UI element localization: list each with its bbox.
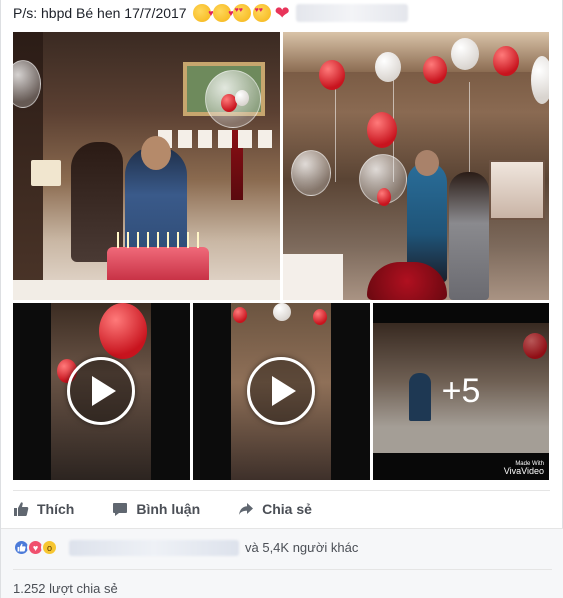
red-balloon <box>99 303 147 359</box>
action-bar: Thích Bình luận Chia sẻ <box>13 498 350 520</box>
candles <box>117 232 201 248</box>
clear-balloon <box>291 150 331 196</box>
blurred-reactor-names <box>69 539 239 556</box>
like-label: Thích <box>37 501 75 517</box>
post-caption: P/s: hbpd Bé hen 17/7/2017 ❤ <box>13 2 408 24</box>
red-balloon <box>313 309 327 325</box>
photo-couple-balloons[interactable] <box>283 32 549 300</box>
more-photos-overlay[interactable]: +5 <box>373 303 549 480</box>
white-balloon <box>451 38 479 70</box>
blurred-tagged-name <box>295 4 408 22</box>
divider <box>13 490 550 491</box>
media-grid: +5 Made With VivaVideo <box>13 32 549 480</box>
white-balloon <box>531 56 549 104</box>
play-icon[interactable] <box>247 357 315 425</box>
facebook-post: P/s: hbpd Bé hen 17/7/2017 ❤ <box>0 0 563 598</box>
play-icon[interactable] <box>67 357 135 425</box>
red-heart-icon: ❤ <box>274 2 290 23</box>
red-balloon <box>493 46 519 76</box>
comment-button[interactable]: Bình luận <box>112 501 200 517</box>
woman-figure <box>71 142 123 262</box>
vivavideo-watermark: Made With VivaVideo <box>504 461 544 476</box>
reactions-section: ♥ o và 5,4K người khác 1.252 lượt chia s… <box>1 528 563 598</box>
video-thumbnail-1[interactable] <box>13 303 190 480</box>
heart-eyes-emoji-icon <box>232 4 251 22</box>
woman-figure <box>449 172 489 300</box>
kissing-heart-emoji-icon <box>192 4 214 22</box>
window-frame <box>489 160 545 220</box>
man-head <box>141 136 171 170</box>
red-balloon <box>319 60 345 90</box>
reactions-summary[interactable]: ♥ o và 5,4K người khác <box>13 539 358 556</box>
photo-couple-cake[interactable] <box>13 32 280 300</box>
red-balloon <box>233 307 247 323</box>
red-balloon <box>423 56 447 84</box>
kissing-heart-emoji-icon <box>212 4 234 22</box>
share-button[interactable]: Chia sẻ <box>238 501 312 517</box>
share-label: Chia sẻ <box>262 501 312 517</box>
white-balloon <box>235 90 249 106</box>
red-balloon <box>377 188 391 206</box>
red-heart-balloon <box>367 112 397 148</box>
white-balloon <box>375 52 401 82</box>
wow-reaction-icon: o <box>41 539 58 556</box>
divider <box>13 569 552 570</box>
thumbs-up-icon <box>14 502 29 516</box>
heart-eyes-emoji-icon <box>252 4 271 22</box>
bed-sheet <box>13 280 280 300</box>
white-balloon <box>273 303 291 321</box>
video-thumbnail-2[interactable] <box>193 303 370 480</box>
man-head <box>415 150 439 176</box>
caption-text: P/s: hbpd Bé hen 17/7/2017 <box>13 5 187 21</box>
bed-corner <box>283 254 343 300</box>
comment-label: Bình luận <box>136 501 201 517</box>
lamp-shade <box>31 160 61 186</box>
comment-icon <box>113 503 128 516</box>
video-thumbnail-3[interactable]: +5 Made With VivaVideo <box>373 303 549 480</box>
photo-strip <box>158 130 278 148</box>
shares-count[interactable]: 1.252 lượt chia sẻ <box>13 581 118 596</box>
watermark-line-2: VivaVideo <box>503 466 544 476</box>
reactions-count[interactable]: và 5,4K người khác <box>245 540 358 555</box>
like-button[interactable]: Thích <box>13 501 74 517</box>
share-arrow-icon <box>239 503 254 515</box>
